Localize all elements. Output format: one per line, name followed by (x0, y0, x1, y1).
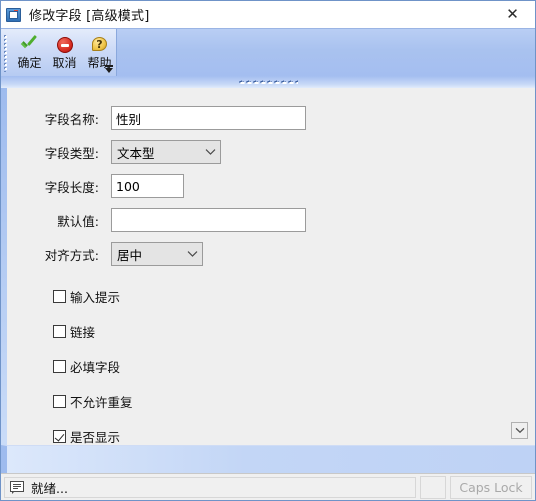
window-blue-icon (6, 7, 22, 23)
toolbar-overflow-chevron-icon[interactable] (103, 61, 115, 75)
label-field-length: 字段长度: (44, 179, 99, 195)
title-bar: 修改字段 [高级模式] ✕ (1, 1, 535, 28)
form-row-field-default: 默认值: (7, 208, 535, 232)
toolbar-grip-handle[interactable] (3, 33, 10, 72)
field-type-value: 文本型 (117, 145, 155, 161)
status-message: 就绪... (31, 480, 68, 496)
form-row-field-type: 字段类型: 文本型 (7, 140, 535, 164)
splitter-dots-icon (238, 80, 298, 84)
field-length-input[interactable] (111, 174, 184, 198)
toolbar-buttons: 确定 取消 ? 帮助 (10, 32, 116, 74)
checkbox-required-field[interactable]: 必填字段 (53, 357, 120, 375)
checkbox-link[interactable]: 链接 (53, 322, 95, 340)
checkbox-box-icon (53, 289, 66, 303)
checkbox-checked-icon (53, 429, 66, 443)
status-spacer-cell (420, 475, 446, 499)
checkbox-no-duplicate[interactable]: 不允许重复 (53, 392, 133, 410)
form-row-field-name: 字段名称: (7, 106, 535, 130)
checkbox-link-label: 链接 (70, 324, 96, 340)
checkbox-required-field-label: 必填字段 (70, 359, 121, 375)
checkbox-visible-label: 是否显示 (70, 429, 121, 445)
field-name-input[interactable] (111, 106, 306, 130)
toolbar: 确定 取消 ? 帮助 (1, 28, 535, 76)
checkbox-box-icon (53, 359, 66, 373)
cancel-button[interactable]: 取消 (48, 32, 81, 74)
form-panel: 字段名称: 字段类型: 文本型 字段长度: 默认值: 对齐方式: (1, 88, 535, 445)
field-align-value: 居中 (117, 247, 143, 263)
splitter-handle[interactable] (1, 76, 535, 88)
yellow-help-balloon-icon: ? (89, 35, 111, 56)
field-default-input[interactable] (111, 208, 306, 232)
close-icon[interactable]: ✕ (490, 1, 535, 27)
chevron-down-icon (182, 250, 202, 258)
checkbox-input-hint[interactable]: 输入提示 (53, 287, 120, 305)
red-stop-icon (54, 35, 76, 56)
label-field-name: 字段名称: (44, 111, 99, 127)
toolbar-band: 确定 取消 ? 帮助 (1, 29, 117, 76)
form-row-field-align: 对齐方式: 居中 (7, 242, 535, 266)
dialog-window: 修改字段 [高级模式] ✕ 确定 取消 ? 帮助 字段名称: 性别 字段类型: … (0, 0, 536, 501)
label-field-default: 默认值: (57, 213, 99, 229)
chevron-down-icon[interactable] (511, 422, 528, 439)
checkbox-box-icon (53, 324, 66, 338)
label-field-align: 对齐方式: (44, 247, 99, 263)
checkbox-input-hint-label: 输入提示 (70, 289, 121, 305)
status-bar: 就绪... Caps Lock (1, 473, 535, 500)
field-align-select[interactable]: 居中 (111, 242, 203, 266)
checkbox-no-duplicate-label: 不允许重复 (70, 394, 133, 410)
confirm-button[interactable]: 确定 (13, 32, 46, 74)
window-title: 修改字段 [高级模式] (29, 9, 150, 24)
cancel-button-label: 取消 (52, 55, 77, 70)
form-row-field-length: 字段长度: (7, 174, 535, 198)
label-field-type: 字段类型: (44, 145, 99, 161)
status-message-cell: 就绪... (4, 476, 416, 498)
field-type-select[interactable]: 文本型 (111, 140, 221, 164)
confirm-button-label: 确定 (17, 55, 42, 70)
chevron-down-icon (200, 148, 220, 156)
caps-lock-indicator: Caps Lock (450, 475, 532, 499)
checkbox-visible[interactable]: 是否显示 (53, 427, 120, 445)
bottom-accent-band (1, 445, 535, 473)
checkbox-box-icon (53, 394, 66, 408)
message-bubble-icon (10, 480, 25, 494)
green-check-icon (19, 35, 41, 56)
